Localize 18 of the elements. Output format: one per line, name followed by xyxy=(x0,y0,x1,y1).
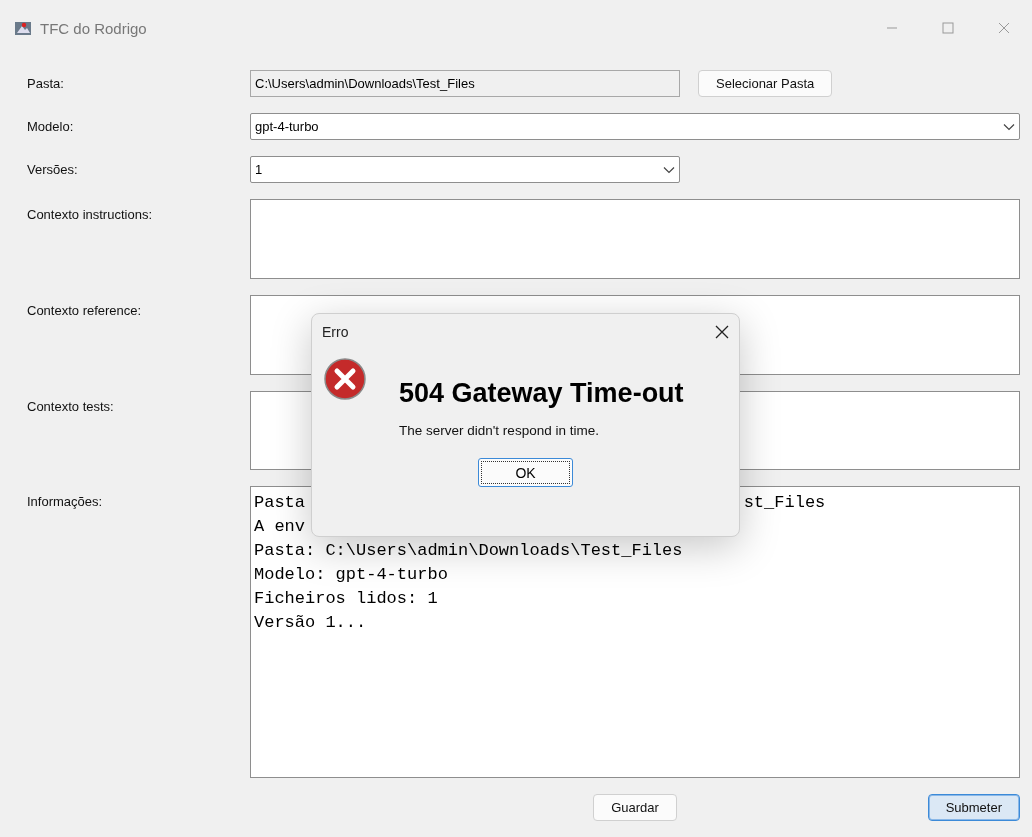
log-line: Ficheiros lidos: 1 xyxy=(254,588,438,610)
error-heading: 504 Gateway Time-out xyxy=(399,378,685,409)
field-label: Informações: xyxy=(27,493,104,509)
field-label: Contexto tests: xyxy=(27,398,115,414)
dialog-title: Erro xyxy=(322,324,349,340)
window-title: TFC do Rodrigo xyxy=(40,19,147,37)
log-line: st_Files xyxy=(743,492,826,514)
field-label: Contexto instructions: xyxy=(27,206,153,222)
log-line: Pasta xyxy=(254,492,305,514)
field-label: Contexto reference: xyxy=(27,302,143,318)
error-message: The server didn't respond in time. xyxy=(399,423,600,438)
log-line: Modelo: gpt-4-turbo xyxy=(254,564,448,586)
log-line: Versão 1... xyxy=(254,612,367,634)
log-line: Pasta: C:\Users\admin\Downloads\Test_Files xyxy=(254,540,683,562)
field-label: Versões: xyxy=(27,162,79,177)
field-label: Modelo: xyxy=(27,119,75,134)
field-label: Pasta: xyxy=(27,76,65,91)
log-line: A env xyxy=(254,516,305,538)
